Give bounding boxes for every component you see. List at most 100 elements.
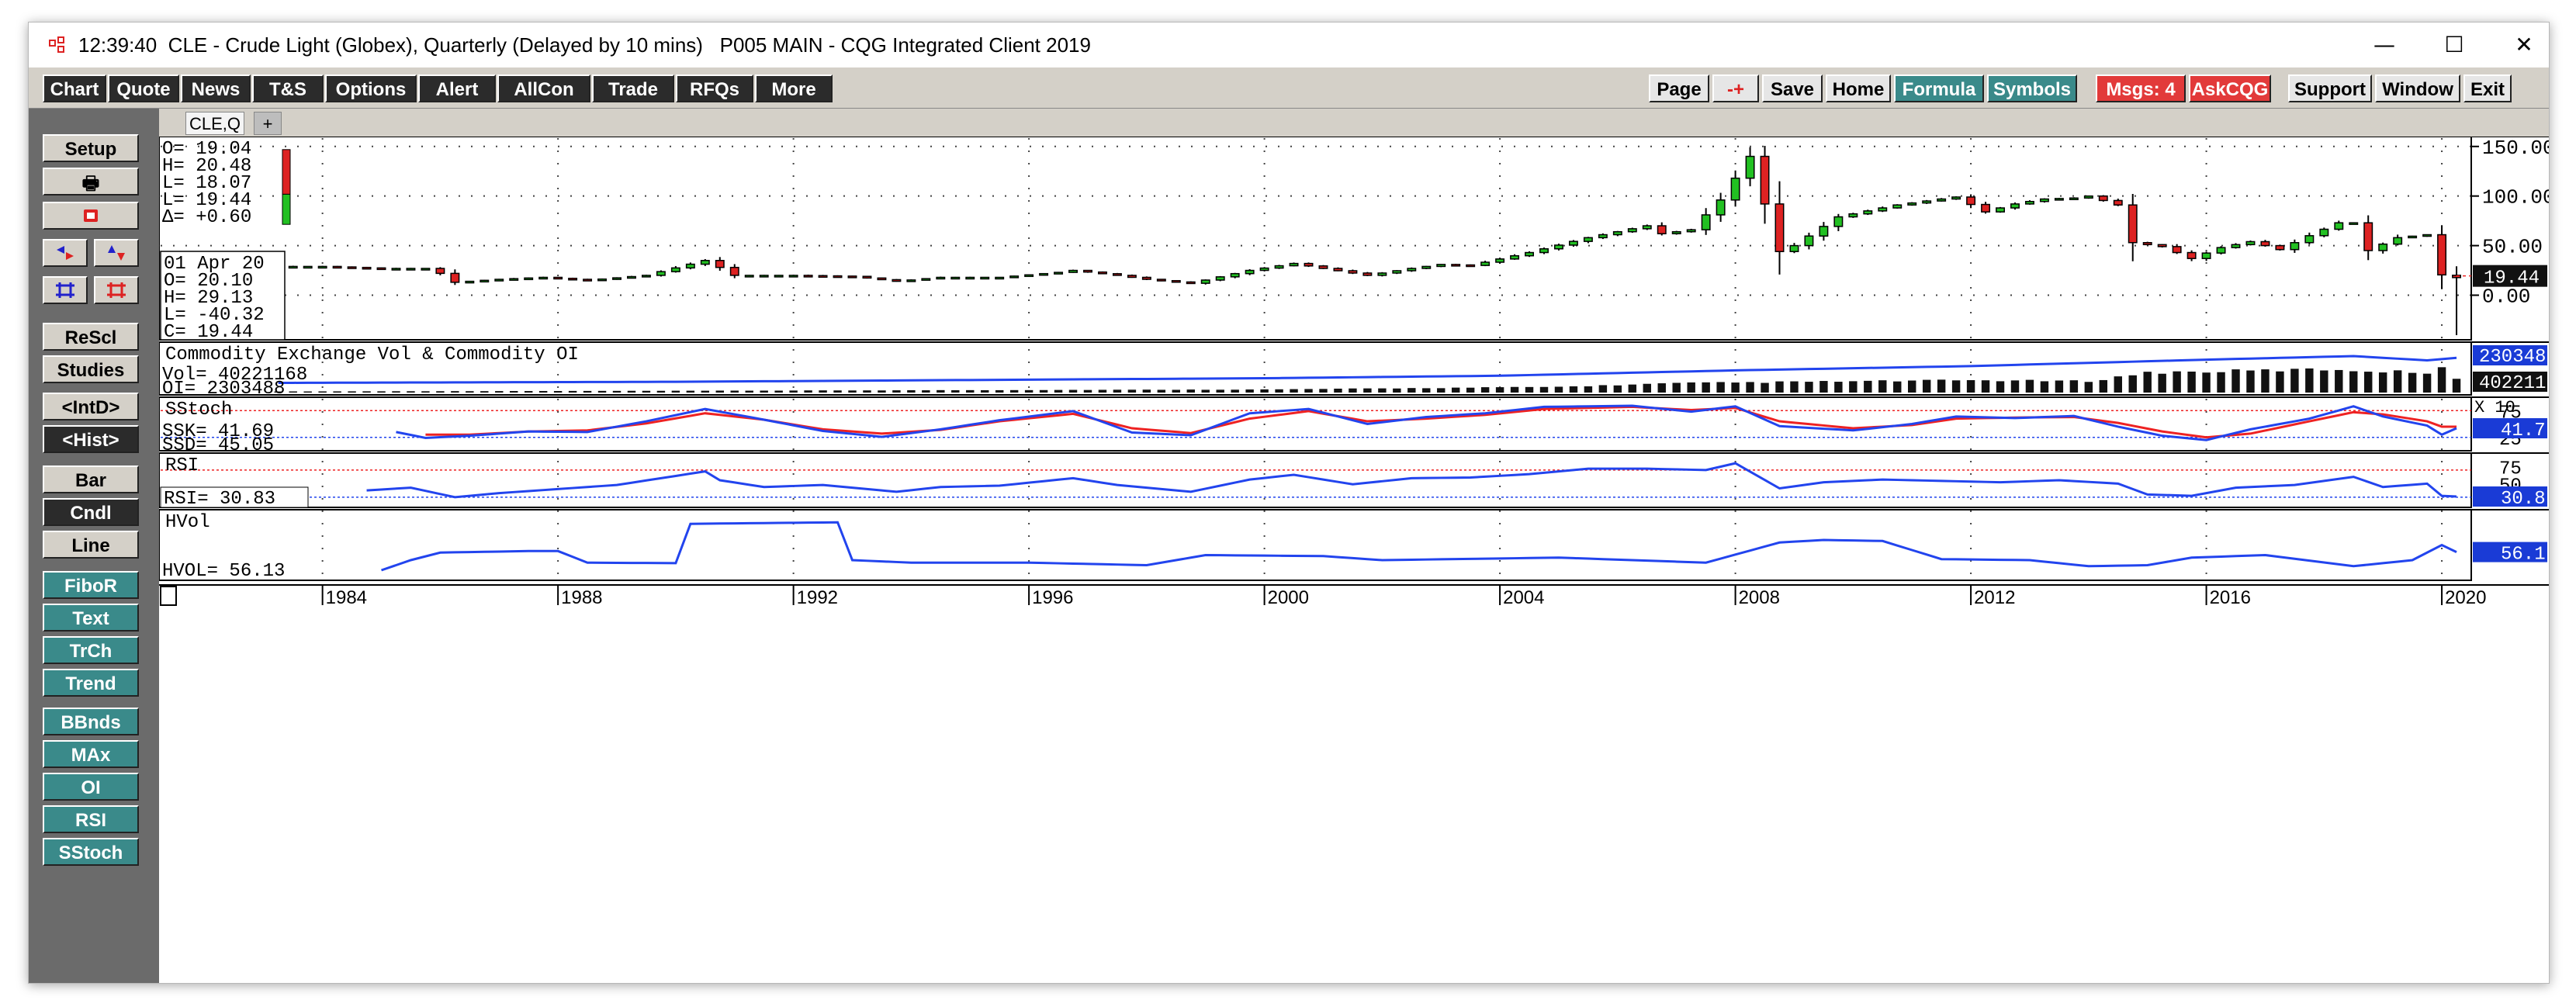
eraser-icon[interactable] bbox=[43, 202, 139, 230]
allcon-button[interactable]: AllCon bbox=[497, 74, 590, 102]
bar-chart-button[interactable]: Bar bbox=[43, 465, 139, 493]
volume-bar bbox=[2408, 372, 2417, 393]
main-toolbar: Chart Quote News T&S Options Alert AllCo… bbox=[29, 67, 2549, 109]
volume-bar bbox=[436, 391, 445, 393]
studies-button[interactable]: Studies bbox=[43, 355, 139, 383]
volume-bar bbox=[1495, 387, 1504, 393]
exit-button[interactable]: Exit bbox=[2463, 74, 2512, 102]
candle-down bbox=[376, 267, 386, 271]
home-button[interactable]: Home bbox=[1826, 74, 1891, 102]
volume-bar bbox=[1864, 380, 1872, 393]
chart-button[interactable]: Chart bbox=[43, 74, 106, 102]
volume-bar bbox=[2084, 382, 2093, 393]
add-tab-button[interactable]: + bbox=[254, 112, 282, 135]
alert-button[interactable]: Alert bbox=[418, 74, 496, 102]
candle-up bbox=[1922, 200, 1932, 204]
setup-button[interactable]: Setup bbox=[43, 134, 139, 162]
candle-down bbox=[583, 279, 593, 282]
scroll-box bbox=[160, 586, 177, 606]
formula-button[interactable]: Formula bbox=[1894, 74, 1984, 102]
scroll-vertical-icon[interactable] bbox=[94, 239, 139, 267]
volume-bar bbox=[392, 391, 400, 393]
rsi-title: RSI bbox=[165, 455, 199, 476]
candle-down bbox=[1083, 269, 1092, 273]
trade-button[interactable]: Trade bbox=[592, 74, 674, 102]
volume-bar bbox=[686, 390, 695, 393]
time-and-sales-button[interactable]: T&S bbox=[252, 74, 324, 102]
candle-up bbox=[1009, 275, 1020, 279]
candle-up bbox=[1833, 216, 1844, 227]
trend-button[interactable]: Trend bbox=[43, 669, 139, 697]
candle-up bbox=[1996, 207, 2005, 213]
volume-bar bbox=[318, 391, 327, 393]
fibor-button[interactable]: FiboR bbox=[43, 571, 139, 599]
news-button[interactable]: News bbox=[181, 74, 251, 102]
volume-bar bbox=[2422, 373, 2432, 393]
minimize-button[interactable]: — bbox=[2353, 27, 2415, 63]
maximize-button[interactable]: ☐ bbox=[2423, 27, 2485, 63]
candle-down bbox=[1127, 275, 1137, 279]
window-button[interactable]: Window bbox=[2375, 74, 2460, 102]
candle-up bbox=[1686, 229, 1696, 233]
volume-bar bbox=[848, 390, 857, 393]
candle-down bbox=[1774, 203, 1785, 253]
intraday-button[interactable]: <IntD> bbox=[43, 393, 139, 420]
volume-bar bbox=[1480, 387, 1490, 393]
page-minus-plus-button[interactable]: -+ bbox=[1712, 74, 1759, 102]
volume-bar bbox=[1451, 387, 1460, 393]
support-button[interactable]: Support bbox=[2288, 74, 2372, 102]
candle-down bbox=[2098, 195, 2108, 202]
scroll-left-icon[interactable] bbox=[43, 239, 88, 267]
volume-bar bbox=[2010, 380, 2020, 393]
symbol-tab[interactable]: CLE,Q bbox=[185, 112, 244, 135]
expand-icon[interactable] bbox=[94, 276, 139, 304]
volume-bar bbox=[1290, 389, 1298, 393]
candle-chart-button[interactable]: Cndl bbox=[43, 498, 139, 526]
volume-bar bbox=[1672, 382, 1681, 393]
volume-bar bbox=[1334, 388, 1342, 393]
text-button[interactable]: Text bbox=[43, 604, 139, 632]
candle-down bbox=[715, 260, 725, 268]
historical-button[interactable]: <Hist> bbox=[43, 425, 139, 453]
rfqs-button[interactable]: RFQs bbox=[676, 74, 753, 102]
save-button[interactable]: Save bbox=[1762, 74, 1823, 102]
print-icon[interactable]: 🖶 bbox=[43, 168, 139, 196]
symbols-button[interactable]: Symbols bbox=[1987, 74, 2077, 102]
compress-icon[interactable] bbox=[43, 276, 88, 304]
volume-bar bbox=[1761, 382, 1769, 393]
legend-candle-green bbox=[282, 193, 291, 225]
candle-up bbox=[2024, 200, 2034, 205]
page-button[interactable]: Page bbox=[1649, 74, 1709, 102]
volume-bar bbox=[538, 390, 548, 393]
candle-up bbox=[921, 278, 931, 281]
rsi-button[interactable]: RSI bbox=[43, 805, 139, 833]
candle-up bbox=[759, 275, 769, 278]
candle-up bbox=[2349, 222, 2359, 225]
candle-down bbox=[568, 278, 578, 281]
open-interest-button[interactable]: OI bbox=[43, 773, 139, 801]
options-button[interactable]: Options bbox=[325, 74, 417, 102]
trend-channel-button[interactable]: TrCh bbox=[43, 636, 139, 664]
volume-bar bbox=[701, 390, 710, 393]
bollinger-bands-button[interactable]: BBnds bbox=[43, 708, 139, 735]
more-button[interactable]: More bbox=[755, 74, 833, 102]
candle-up bbox=[1627, 228, 1637, 233]
candle-up bbox=[950, 276, 961, 280]
candle-up bbox=[2334, 222, 2344, 230]
quote-button[interactable]: Quote bbox=[108, 74, 179, 102]
volume-bar bbox=[1554, 386, 1563, 393]
volume-bar bbox=[1466, 387, 1475, 393]
candle-up bbox=[995, 276, 1005, 280]
candle-down bbox=[2186, 251, 2197, 259]
volume-bar bbox=[1805, 382, 1813, 393]
line-chart-button[interactable]: Line bbox=[43, 531, 139, 559]
volume-bar bbox=[480, 391, 489, 393]
messages-button[interactable]: Msgs: 4 bbox=[2096, 74, 2186, 102]
rescale-button[interactable]: ReScl bbox=[43, 323, 139, 351]
close-button[interactable]: ✕ bbox=[2493, 27, 2555, 63]
askcqg-button[interactable]: AskCQG bbox=[2189, 74, 2271, 102]
candle-down bbox=[2142, 242, 2152, 246]
sstoch-button[interactable]: SStoch bbox=[43, 838, 139, 866]
moving-average-button[interactable]: MAx bbox=[43, 740, 139, 768]
volume-bar bbox=[1893, 381, 1902, 393]
